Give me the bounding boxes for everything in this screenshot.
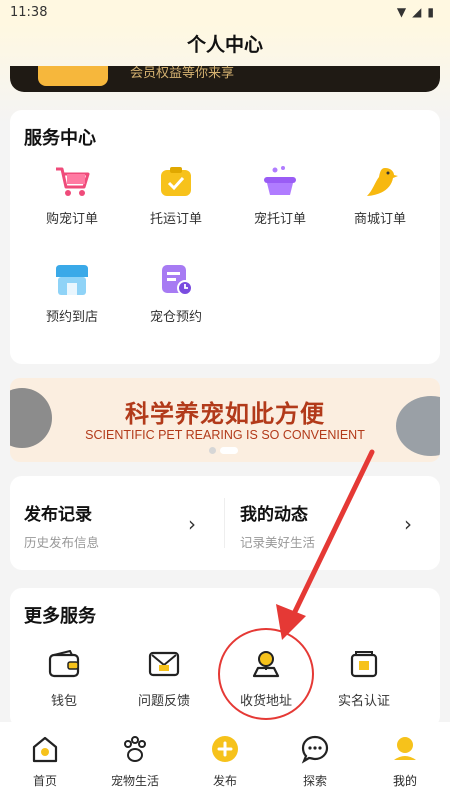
bird-icon xyxy=(360,164,400,200)
tab-label: 探索 xyxy=(302,774,327,788)
page-title: 个人中心 xyxy=(186,34,263,56)
my-moments-title: 我的动态 xyxy=(240,505,308,525)
profile-icon xyxy=(390,734,420,768)
vip-banner[interactable]: 会员权益等你来享 xyxy=(10,66,440,92)
verify-id-icon xyxy=(344,646,384,682)
pet-bath-icon xyxy=(260,164,300,200)
service-center-title: 服务中心 xyxy=(24,128,96,149)
carousel-indicator xyxy=(209,447,238,454)
clipboard-check-icon xyxy=(156,164,196,200)
service-item-warehouse-booking[interactable]: 宠仓预约 xyxy=(128,262,224,325)
service-item-label: 购宠订单 xyxy=(45,212,98,227)
paw-icon xyxy=(120,734,150,768)
publish-records-title: 发布记录 xyxy=(24,505,92,525)
calendar-clock-icon xyxy=(156,262,196,298)
more-item-wallet[interactable]: 钱包 xyxy=(16,646,112,709)
plus-circle-icon xyxy=(210,734,240,768)
my-moments-entry[interactable]: 我的动态 记录美好生活 › xyxy=(226,476,440,570)
service-center-card: 服务中心 购宠订单 托运订单 宠托订单 商城订单 预约到店 宠仓预约 xyxy=(10,110,440,364)
tab-label: 我的 xyxy=(392,774,417,788)
tab-explore[interactable]: 探索 xyxy=(270,722,360,800)
service-item-pet-care-orders[interactable]: 宠托订单 xyxy=(232,164,328,227)
more-item-label: 问题反馈 xyxy=(137,694,190,709)
status-bar: 11:38 ▼ ◢ ▮ xyxy=(0,0,450,24)
home-icon xyxy=(30,734,60,768)
my-moments-subtitle: 记录美好生活 xyxy=(240,535,316,550)
tab-label: 首页 xyxy=(32,774,57,788)
vip-badge-icon xyxy=(38,66,108,86)
carousel-dot-active xyxy=(220,447,238,454)
status-time: 11:38 xyxy=(10,4,48,20)
tab-label: 发布 xyxy=(212,774,237,788)
shopping-cart-icon xyxy=(52,164,92,200)
service-item-store-booking[interactable]: 预约到店 xyxy=(24,262,120,325)
service-item-label: 托运订单 xyxy=(149,212,202,227)
chat-bubble-icon xyxy=(300,734,330,768)
more-item-feedback[interactable]: 问题反馈 xyxy=(116,646,212,709)
tab-mine[interactable]: 我的 xyxy=(360,722,450,800)
annotation-highlight-circle xyxy=(218,628,314,720)
vip-banner-text: 会员权益等你来享 xyxy=(130,66,235,81)
publish-records-subtitle: 历史发布信息 xyxy=(24,535,100,550)
status-icons: ▼ ◢ ▮ xyxy=(397,5,434,19)
promo-subtitle: SCIENTIFIC PET REARING IS SO CONVENIENT xyxy=(85,428,365,442)
more-item-real-name-auth[interactable]: 实名认证 xyxy=(316,646,412,709)
service-item-label: 宠仓预约 xyxy=(149,310,202,325)
publish-records-entry[interactable]: 发布记录 历史发布信息 › xyxy=(10,476,224,570)
service-item-mall-orders[interactable]: 商城订单 xyxy=(332,164,428,227)
records-card: 发布记录 历史发布信息 › 我的动态 记录美好生活 › xyxy=(10,476,440,570)
service-item-pet-orders[interactable]: 购宠订单 xyxy=(24,164,120,227)
service-item-label: 预约到店 xyxy=(45,310,98,325)
service-item-shipping-orders[interactable]: 托运订单 xyxy=(128,164,224,227)
signal-icon: ◢ xyxy=(412,5,422,19)
chevron-right-icon: › xyxy=(188,512,196,536)
tab-home[interactable]: 首页 xyxy=(0,722,90,800)
chevron-right-icon: › xyxy=(404,512,412,536)
bottom-tab-bar: 首页 宠物生活 发布 探索 我的 xyxy=(0,722,450,800)
service-item-label: 宠托订单 xyxy=(253,212,306,227)
promo-title: 科学养宠如此方便 xyxy=(125,400,325,428)
carousel-dot xyxy=(209,447,216,454)
wifi-icon: ▼ xyxy=(396,5,407,19)
more-services-title: 更多服务 xyxy=(24,606,96,627)
service-item-label: 商城订单 xyxy=(353,212,406,227)
tab-label: 宠物生活 xyxy=(110,774,159,788)
divider xyxy=(224,498,225,548)
more-item-label: 钱包 xyxy=(50,694,77,709)
store-icon xyxy=(52,262,92,298)
feedback-icon xyxy=(144,646,184,682)
tab-publish[interactable]: 发布 xyxy=(180,722,270,800)
battery-icon: ▮ xyxy=(427,5,434,19)
more-item-label: 实名认证 xyxy=(337,694,390,709)
tab-pet-life[interactable]: 宠物生活 xyxy=(90,722,180,800)
wallet-icon xyxy=(44,646,84,682)
